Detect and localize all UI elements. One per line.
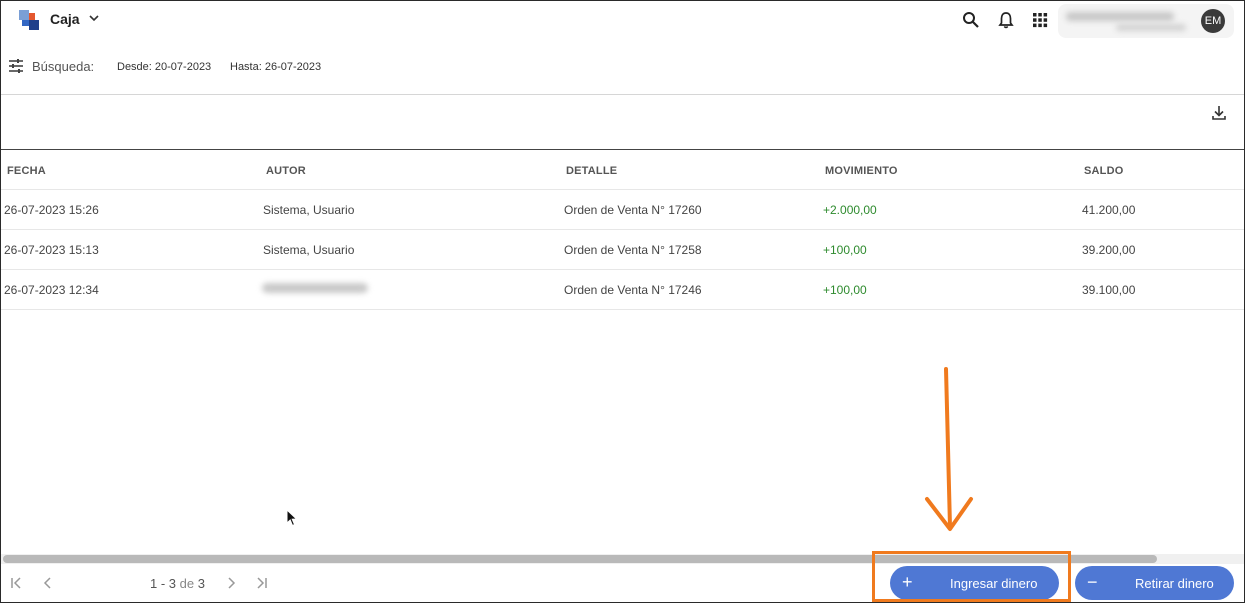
app-title[interactable]: Caja [50,11,80,27]
pager-of: de [179,576,195,591]
row-divider [1,309,1244,310]
mouse-cursor-icon [286,509,298,527]
cell-detalle: Orden de Venta N° 17258 [564,243,702,257]
app-logo-icon [19,10,39,30]
cell-saldo: 39.200,00 [1082,243,1136,257]
retirar-dinero-label: Retirar dinero [1135,576,1214,591]
row-divider [1,269,1244,270]
pager-total: 3 [197,576,205,591]
column-header-movimiento[interactable]: MOVIMIENTO [825,165,898,177]
pager-range: 1 - 3 de 3 [150,576,205,591]
user-name-redacted [1066,12,1174,21]
cell-detalle: Orden de Venta N° 17260 [564,203,702,217]
column-header-autor[interactable]: AUTOR [266,165,306,177]
search-label[interactable]: Búsqueda: [32,59,94,74]
last-page-icon[interactable] [254,575,270,591]
column-header-saldo[interactable]: SALDO [1084,165,1124,177]
app-window: Caja EM Búsqueda: Desde: 20-07-2023 Hast… [0,0,1245,603]
bell-icon[interactable] [996,10,1016,30]
cell-saldo: 39.100,00 [1082,283,1136,297]
cell-autor: Sistema, Usuario [263,203,355,217]
search-icon[interactable] [961,10,981,30]
cell-movimiento: +100,00 [823,243,867,257]
user-menu[interactable]: EM [1058,4,1234,38]
apps-grid-icon[interactable] [1030,10,1050,30]
previous-page-icon[interactable] [40,575,56,591]
cell-fecha: 26-07-2023 12:34 [4,283,99,297]
first-page-icon[interactable] [8,575,24,591]
date-to-filter[interactable]: Hasta: 26-07-2023 [230,61,321,73]
pager-range-value: 1 - 3 [150,576,177,591]
cell-movimiento: +100,00 [823,283,867,297]
column-header-detalle[interactable]: DETALLE [566,165,617,177]
user-role-redacted [1116,24,1186,31]
column-header-fecha[interactable]: FECHA [7,165,46,177]
filter-tune-icon[interactable] [8,58,24,74]
cell-autor-redacted [262,283,368,293]
annotation-arrow [925,367,973,531]
next-page-icon[interactable] [223,575,239,591]
cell-movimiento: +2.000,00 [823,203,877,217]
retirar-dinero-button[interactable]: − Retirar dinero [1075,566,1234,600]
cell-fecha: 26-07-2023 15:13 [4,243,99,257]
annotation-highlight-box [872,551,1071,602]
chevron-down-icon[interactable] [88,12,100,24]
download-icon[interactable] [1210,104,1228,122]
cell-saldo: 41.200,00 [1082,203,1136,217]
cell-autor: Sistema, Usuario [263,243,355,257]
cell-detalle: Orden de Venta N° 17246 [564,283,702,297]
row-divider [1,189,1244,190]
cell-fecha: 26-07-2023 15:26 [4,203,99,217]
avatar[interactable]: EM [1201,9,1225,33]
divider [1,94,1244,95]
top-bar: Caja EM [1,1,1244,41]
minus-icon: − [1087,572,1098,592]
table-top-border [1,149,1244,150]
date-from-filter[interactable]: Desde: 20-07-2023 [117,61,211,73]
row-divider [1,229,1244,230]
